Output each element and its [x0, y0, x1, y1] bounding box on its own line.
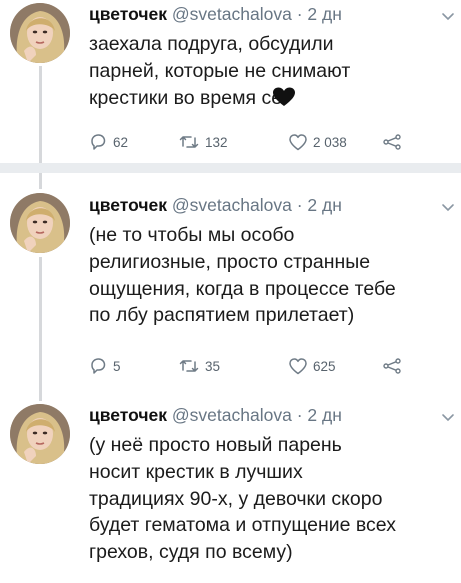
author-name[interactable]: цветочек [89, 405, 167, 425]
reply-icon [91, 358, 106, 374]
retweet-button[interactable]: 132 [179, 131, 228, 153]
text-line: религиозные, просто странные [89, 250, 371, 273]
share-icon [383, 358, 401, 374]
like-count: 2 038 [313, 134, 347, 150]
like-button[interactable]: 625 [289, 355, 336, 377]
like-count: 625 [313, 358, 336, 374]
author-name[interactable]: цветочек [89, 195, 167, 215]
text-line: будет гематома и отпущение всех [89, 514, 396, 537]
tweet-header: цветочек @svetachalova · 2 дн [89, 195, 342, 216]
retweet-icon [179, 136, 199, 148]
author-handle[interactable]: @svetachalova [172, 195, 292, 215]
tweet-text: (у неё просто новый парень носит крестик… [89, 432, 451, 566]
text-line: носит крестик в лучших [89, 460, 303, 483]
reply-icon [91, 134, 106, 150]
tweet-1[interactable]: цветочек @svetachalova · 2 дн заехала по… [0, 0, 461, 163]
share-button[interactable] [383, 355, 401, 377]
text-line: по лбу распятием прилетает) [89, 304, 355, 327]
separator-dot: · [296, 405, 303, 425]
author-name[interactable]: цветочек [89, 4, 167, 24]
tweet-header: цветочек @svetachalova · 2 дн [89, 4, 342, 25]
tweet-text: (не то чтобы мы особо религиозные, прост… [89, 222, 451, 329]
chevron-down-icon[interactable] [441, 203, 455, 213]
tweet-2[interactable]: цветочек @svetachalova · 2 дн (не то что… [0, 173, 461, 391]
tweet-actions: 5 35 625 [89, 355, 449, 377]
text-line: традициях 90-х, у девочки скоро [89, 487, 383, 510]
author-handle[interactable]: @svetachalova [172, 4, 292, 24]
reply-button[interactable]: 62 [89, 131, 128, 153]
timestamp[interactable]: 2 дн [307, 195, 341, 215]
separator-dot: · [296, 4, 303, 24]
tweet-3[interactable]: цветочек @svetachalova · 2 дн (у неё про… [0, 391, 461, 583]
text-line: крестики во время се [89, 85, 451, 115]
share-icon [383, 134, 401, 150]
avatar[interactable] [10, 193, 70, 253]
tweet-header: цветочек @svetachalova · 2 дн [89, 405, 342, 426]
retweet-count: 132 [205, 134, 228, 150]
black-heart-icon [272, 87, 296, 115]
chevron-down-icon[interactable] [441, 12, 455, 22]
text-line-content: крестики во время се [89, 86, 283, 109]
retweet-icon [179, 360, 199, 372]
heart-icon [289, 133, 307, 150]
chevron-down-icon[interactable] [441, 413, 455, 423]
text-line: (у неё просто новый парень [89, 434, 342, 456]
avatar[interactable] [10, 404, 70, 464]
text-line: парней, которые не снимают [89, 59, 351, 82]
avatar[interactable] [10, 3, 70, 63]
text-line: заехала подруга, обсудили [89, 33, 334, 55]
timestamp[interactable]: 2 дн [307, 4, 341, 24]
author-handle[interactable]: @svetachalova [172, 405, 292, 425]
thread-line [39, 257, 42, 391]
tweet-text: заехала подруга, обсудили парней, которы… [89, 31, 451, 114]
thread-line [39, 391, 42, 401]
retweet-button[interactable]: 35 [179, 355, 220, 377]
like-button[interactable]: 2 038 [289, 131, 347, 153]
retweet-count: 35 [205, 358, 221, 374]
text-line: ощущения, когда в процессе тебе [89, 277, 396, 300]
text-line: (не то чтобы мы особо [89, 224, 295, 246]
tweet-actions: 62 132 2 038 [89, 131, 449, 153]
thread-separator [0, 163, 461, 173]
reply-button[interactable]: 5 [89, 355, 121, 377]
separator-dot: · [296, 195, 303, 215]
reply-count: 5 [113, 358, 121, 374]
thread-line [39, 173, 42, 189]
heart-icon [289, 357, 307, 374]
share-button[interactable] [383, 131, 401, 153]
reply-count: 62 [113, 134, 129, 150]
text-line: грехов, судя по всему) [89, 541, 293, 564]
thread-line [39, 66, 42, 163]
timestamp[interactable]: 2 дн [307, 405, 341, 425]
